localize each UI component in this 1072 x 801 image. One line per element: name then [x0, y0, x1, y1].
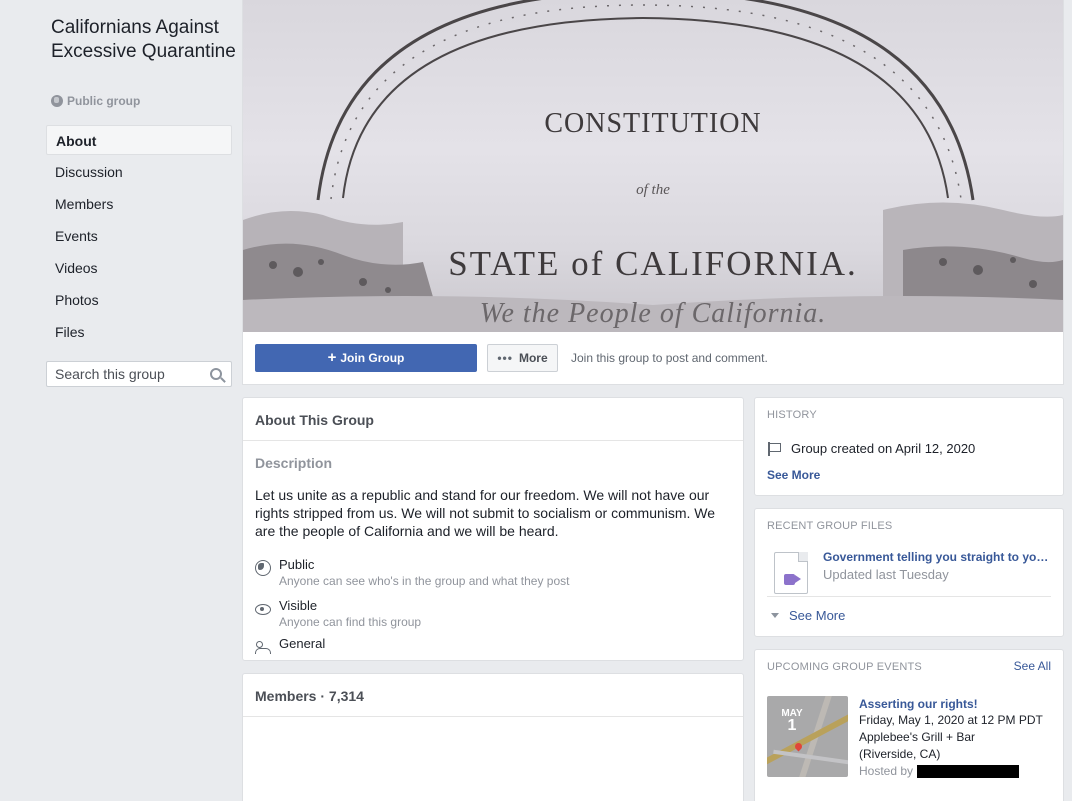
events-see-all-link[interactable]: See All: [1014, 659, 1051, 673]
property-visible: Visible Anyone can find this group: [255, 598, 421, 630]
hosted-by-label: Hosted by: [859, 764, 914, 778]
property-public: Public Anyone can see who's in the group…: [255, 557, 569, 589]
search-icon[interactable]: [210, 368, 222, 380]
upcoming-events-label: UPCOMING GROUP EVENTS: [767, 661, 922, 673]
history-card: HISTORY Group created on April 12, 2020 …: [754, 397, 1064, 496]
property-title: Visible: [279, 598, 318, 613]
file-name-link[interactable]: Government telling you straight to you..…: [823, 550, 1051, 564]
nav-item-photos[interactable]: Photos: [46, 285, 232, 315]
event-info: Asserting our rights! Friday, May 1, 202…: [859, 696, 1055, 780]
video-file-icon: [774, 552, 808, 594]
cover-people: We the People of California.: [479, 298, 827, 329]
globe-icon: [255, 560, 271, 576]
event-host: Hosted by: [859, 763, 1055, 780]
chevron-down-icon: [771, 613, 779, 618]
property-general: General: [255, 636, 325, 655]
join-hint: Join this group to post and comment.: [571, 351, 768, 365]
group-privacy-label: Public group: [51, 94, 140, 108]
group-created-text: Group created on April 12, 2020: [791, 441, 976, 456]
nav-item-events[interactable]: Events: [46, 221, 232, 251]
event-venue: Applebee's Grill + Bar: [859, 730, 976, 744]
history-label: HISTORY: [767, 409, 817, 421]
cover-of-the: of the: [636, 182, 670, 198]
flag-icon: [767, 441, 783, 456]
nav-item-about[interactable]: About: [46, 125, 232, 155]
description-label: Description: [255, 455, 333, 471]
nav-item-videos[interactable]: Videos: [46, 253, 232, 283]
files-see-more-link[interactable]: See More: [771, 608, 845, 623]
property-subtitle: Anyone can see who's in the group and wh…: [279, 574, 570, 588]
people-icon: [255, 639, 271, 655]
property-title: Public: [279, 557, 315, 572]
event-location: (Riverside, CA): [859, 747, 941, 761]
about-header: About This Group: [243, 398, 743, 441]
privacy-text: Public group: [67, 94, 141, 108]
event-title-link[interactable]: Asserting our rights!: [859, 696, 1055, 712]
group-name[interactable]: Californians Against Excessive Quarantin…: [51, 16, 236, 64]
upcoming-events-card: UPCOMING GROUP EVENTS See All MAY 1 Asse…: [754, 649, 1064, 801]
nav-item-members[interactable]: Members: [46, 189, 232, 219]
plus-icon: +: [327, 349, 337, 366]
cover-title: CONSTITUTION: [544, 108, 762, 139]
event-datetime: Friday, May 1, 2020 at 12 PM PDT: [859, 713, 1043, 727]
search-input[interactable]: [55, 366, 205, 382]
file-updated: Updated last Tuesday: [823, 567, 949, 582]
recent-files-card: RECENT GROUP FILES Government telling yo…: [754, 508, 1064, 637]
event-map-thumbnail[interactable]: MAY 1: [767, 696, 848, 777]
cover-card: CONSTITUTION of the STATE of CALIFORNIA.…: [242, 0, 1064, 385]
cover-state: STATE of CALIFORNIA.: [448, 244, 858, 283]
group-created-line: Group created on April 12, 2020: [767, 441, 975, 456]
join-group-label: Join Group: [340, 351, 405, 365]
recent-files-label: RECENT GROUP FILES: [767, 520, 893, 532]
members-header[interactable]: Members · 7,314: [243, 674, 743, 717]
more-label: More: [518, 351, 548, 365]
about-card: About This Group Description Let us unit…: [242, 397, 744, 661]
event-day: 1: [787, 717, 797, 734]
nav-item-files[interactable]: Files: [46, 317, 232, 347]
join-group-button[interactable]: + Join Group: [255, 344, 477, 372]
globe-icon: [51, 95, 63, 107]
more-button[interactable]: ••• More: [487, 344, 558, 372]
file-item[interactable]: Government telling you straight to you..…: [767, 549, 1051, 597]
cover-photo[interactable]: CONSTITUTION of the STATE of CALIFORNIA.…: [243, 0, 1063, 332]
property-subtitle: Anyone can find this group: [279, 615, 422, 629]
files-see-more-label: See More: [789, 608, 846, 623]
redacted-host-name: [917, 765, 1020, 778]
more-dots-icon: •••: [497, 351, 513, 365]
description-text: Let us unite as a republic and stand for…: [255, 487, 716, 539]
group-search: [46, 361, 232, 387]
property-title: General: [279, 636, 326, 651]
group-nav: About Discussion Members Events Videos P…: [46, 125, 232, 349]
eye-icon: [255, 601, 271, 617]
group-actions: + Join Group ••• More Join this group to…: [255, 344, 768, 372]
nav-item-discussion[interactable]: Discussion: [46, 157, 232, 187]
video-camera-icon: [784, 574, 795, 585]
history-see-more-link[interactable]: See More: [767, 468, 820, 482]
members-card: Members · 7,314: [242, 673, 744, 801]
left-sidebar: Californians Against Excessive Quarantin…: [0, 0, 242, 801]
